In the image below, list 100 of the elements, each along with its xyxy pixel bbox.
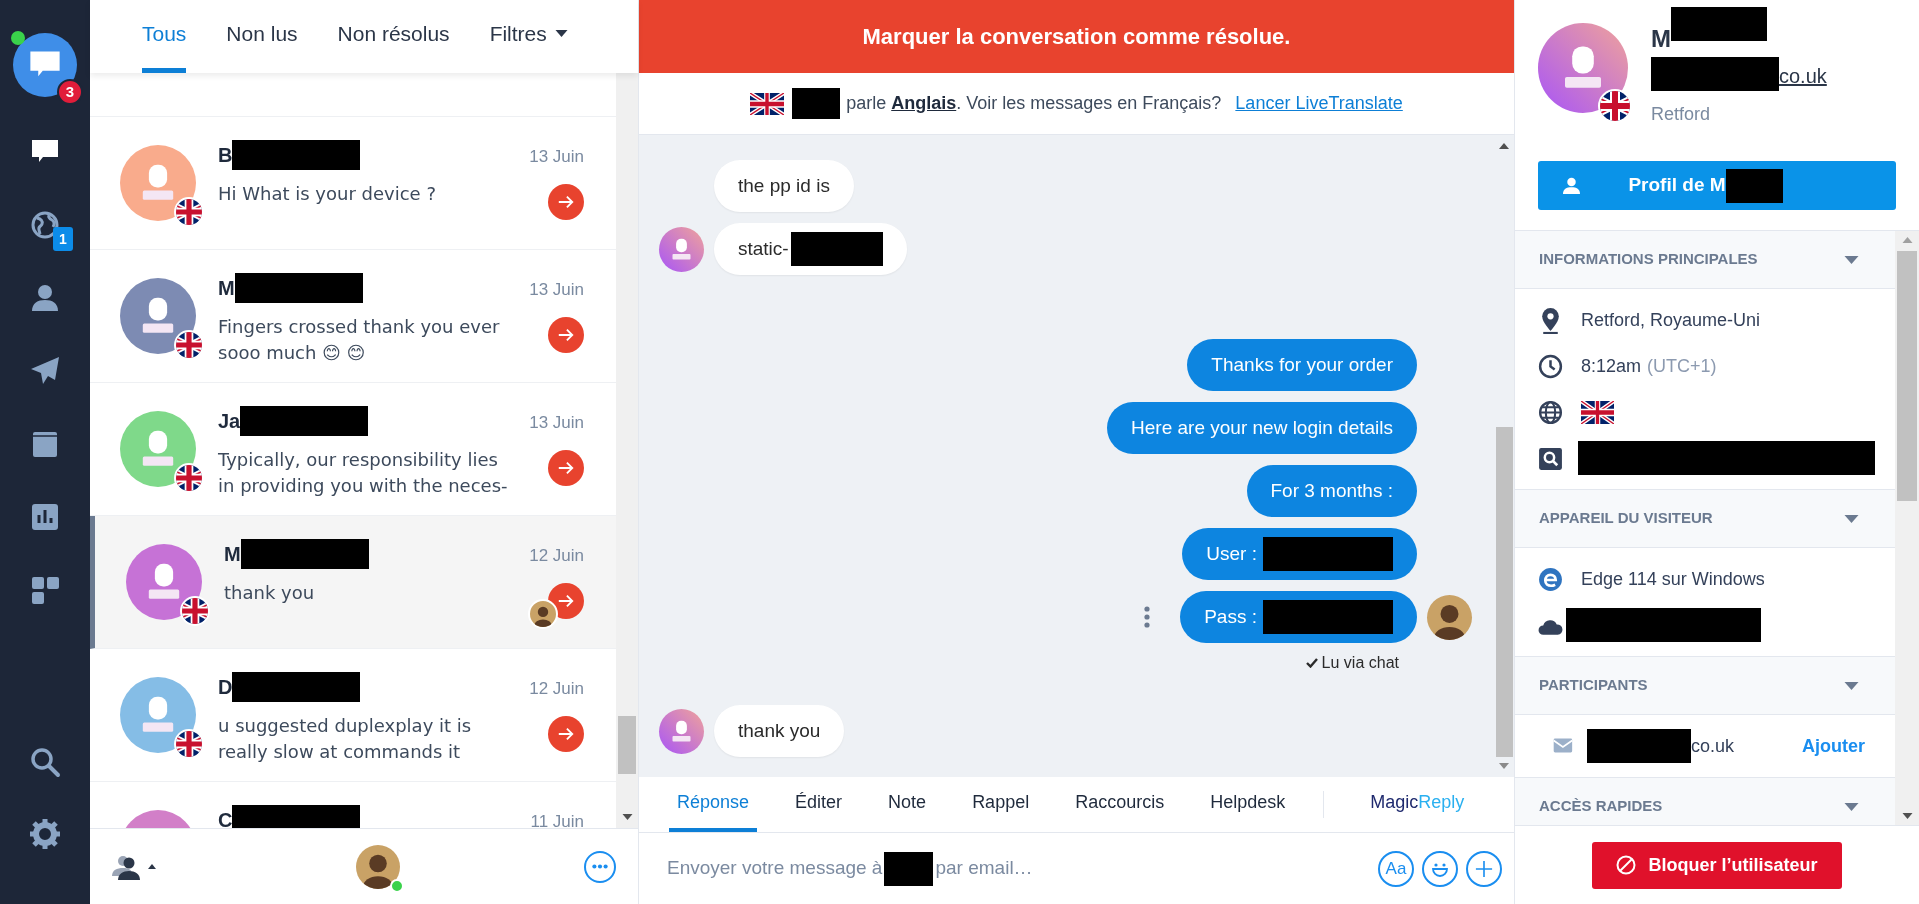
scroll-down-icon[interactable] (1499, 763, 1509, 769)
conversation-date: 13 Juin (529, 279, 584, 301)
edge-icon (1538, 565, 1563, 593)
add-button[interactable] (1466, 850, 1502, 887)
message-bubble: For 3 months : (1246, 465, 1417, 517)
conversation-date: 11 Juin (530, 811, 584, 828)
globe-icon[interactable] (29, 209, 61, 241)
caret-icon (148, 864, 156, 869)
contact-name: M (218, 276, 235, 301)
ellipsis-icon (592, 864, 608, 869)
message-bubble: static- (714, 223, 907, 275)
resolve-button[interactable]: Marquer la conversation comme résolue. (639, 0, 1514, 73)
scrollbar-thumb[interactable] (1897, 251, 1917, 501)
more-button[interactable] (584, 850, 616, 883)
settings-icon[interactable] (29, 818, 61, 850)
contact-name: B (218, 143, 233, 168)
message-bubble: Here are your new login details (1107, 402, 1417, 454)
flag-icon (1581, 400, 1614, 424)
conversation-item[interactable]: M Fingers crossed thank you ever sooo much 😊 😊 13 Juin (90, 250, 616, 383)
blocked-icon (1616, 855, 1637, 875)
caret-icon (1844, 255, 1859, 264)
scroll-down-icon[interactable] (621, 814, 633, 820)
info-text: Edge 114 sur Windows (1581, 567, 1765, 591)
open-button[interactable] (548, 183, 584, 220)
conversation-date: 13 Juin (529, 146, 584, 168)
filter-dropdown[interactable]: Filtres (489, 0, 568, 73)
section-header[interactable]: APPAREIL DU VISITEUR (1515, 490, 1895, 548)
info-text: 8:12am (1581, 354, 1642, 378)
conversation-date: 12 Juin (529, 678, 584, 700)
contact-name: M (1651, 24, 1671, 54)
contact-name: Ja (218, 409, 241, 434)
scroll-down-icon[interactable] (1901, 813, 1913, 819)
emoji-button[interactable] (1422, 850, 1458, 887)
scrollbar-thumb[interactable] (1495, 427, 1513, 757)
message-preview: Fingers crossed thank you ever sooo much 😊 😊 (218, 315, 501, 365)
search-icon[interactable] (29, 746, 61, 778)
email-link[interactable]: co.uk (1779, 61, 1827, 91)
composer-tab[interactable]: Éditer (787, 777, 851, 832)
composer-tab[interactable]: Rappel (964, 777, 1038, 832)
clock-icon (1538, 352, 1563, 380)
composer-tab[interactable]: MagicReply (1370, 777, 1465, 832)
section-header[interactable]: INFORMATIONS PRINCIPALES (1515, 231, 1895, 289)
message-preview: u suggested duplexplay it is really slow at commands it (218, 714, 473, 764)
section-header[interactable]: ACCÈS RAPIDES (1515, 778, 1895, 825)
read-receipt: Lu via chat (1321, 653, 1399, 673)
translate-link[interactable]: Lancer LiveTranslate (1235, 90, 1403, 117)
conversation-item[interactable]: M thank you 12 Juin (90, 516, 616, 649)
check-icon (1305, 658, 1318, 668)
message-preview: Typically, our responsibility lies in providing you with the neces- (218, 448, 509, 498)
caret-icon (1844, 514, 1859, 523)
message-bubble: User : (1182, 528, 1417, 580)
open-button[interactable] (548, 449, 584, 486)
open-button[interactable] (548, 316, 584, 353)
team-menu-button[interactable] (112, 853, 156, 880)
filter-tab[interactable]: Non résolus (337, 0, 450, 73)
notification-badge: 3 (57, 79, 83, 105)
caret-icon (554, 30, 568, 38)
contact-name: C (218, 808, 233, 828)
composer-tab[interactable]: Note (880, 777, 935, 832)
timezone-text: (UTC+1) (1647, 354, 1717, 378)
open-button[interactable] (548, 582, 584, 619)
filter-tab[interactable]: Non lus (226, 0, 298, 73)
globe-icon (1538, 398, 1563, 426)
grid-icon[interactable] (29, 574, 61, 606)
person-icon[interactable] (29, 282, 61, 314)
section-header[interactable]: PARTICIPANTS (1515, 657, 1895, 715)
redaction-block (792, 88, 841, 119)
caret-icon (1844, 802, 1859, 811)
more-icon[interactable] (1144, 606, 1151, 628)
flag-icon (180, 596, 210, 626)
contact-city: Retford (1651, 103, 1712, 126)
filter-tab[interactable]: Tous (142, 0, 187, 73)
app-logo[interactable] (13, 33, 77, 97)
conversation-date: 12 Juin (529, 545, 584, 567)
caret-icon (1844, 681, 1859, 690)
bar-chart-icon[interactable] (29, 501, 61, 533)
conversation-item[interactable]: Ja Typically, our responsibility lies in providing you with the neces- 13 Juin (90, 383, 616, 516)
open-button[interactable] (548, 715, 584, 752)
message-field[interactable]: Envoyer votre message à par email… (667, 851, 1378, 886)
scroll-up-icon[interactable] (1499, 143, 1509, 149)
contact-name: M (224, 542, 241, 567)
message-preview: thank you (224, 581, 316, 605)
avatar (356, 844, 400, 889)
people-icon (112, 853, 142, 880)
notification-badge: 1 (53, 227, 73, 251)
scrollbar-thumb[interactable] (618, 716, 636, 774)
message-bubble: the pp id is (714, 160, 854, 212)
message-preview: Hi What is your device ? (218, 182, 437, 206)
contact-name: D (218, 675, 233, 700)
block-user-button[interactable]: Bloquer l’utilisateur (1592, 841, 1842, 889)
info-text: Retford, Royaume-Uni (1581, 308, 1761, 332)
flag-icon (750, 92, 785, 115)
message-bubble: Pass : (1180, 591, 1417, 643)
conversation-item[interactable]: D u suggested duplexplay it is really slow at commands it 12 Juin (90, 649, 616, 782)
conversation-item[interactable]: B Hi What is your device ? 13 Juin (90, 117, 616, 250)
message-bubble: thank you (714, 705, 845, 757)
conversation-date: 13 Juin (529, 412, 584, 434)
composer-tab[interactable]: Raccourcis (1067, 777, 1173, 832)
composer-tab[interactable]: Helpdesk (1202, 777, 1294, 832)
participant-email: co.uk (1691, 734, 1735, 758)
